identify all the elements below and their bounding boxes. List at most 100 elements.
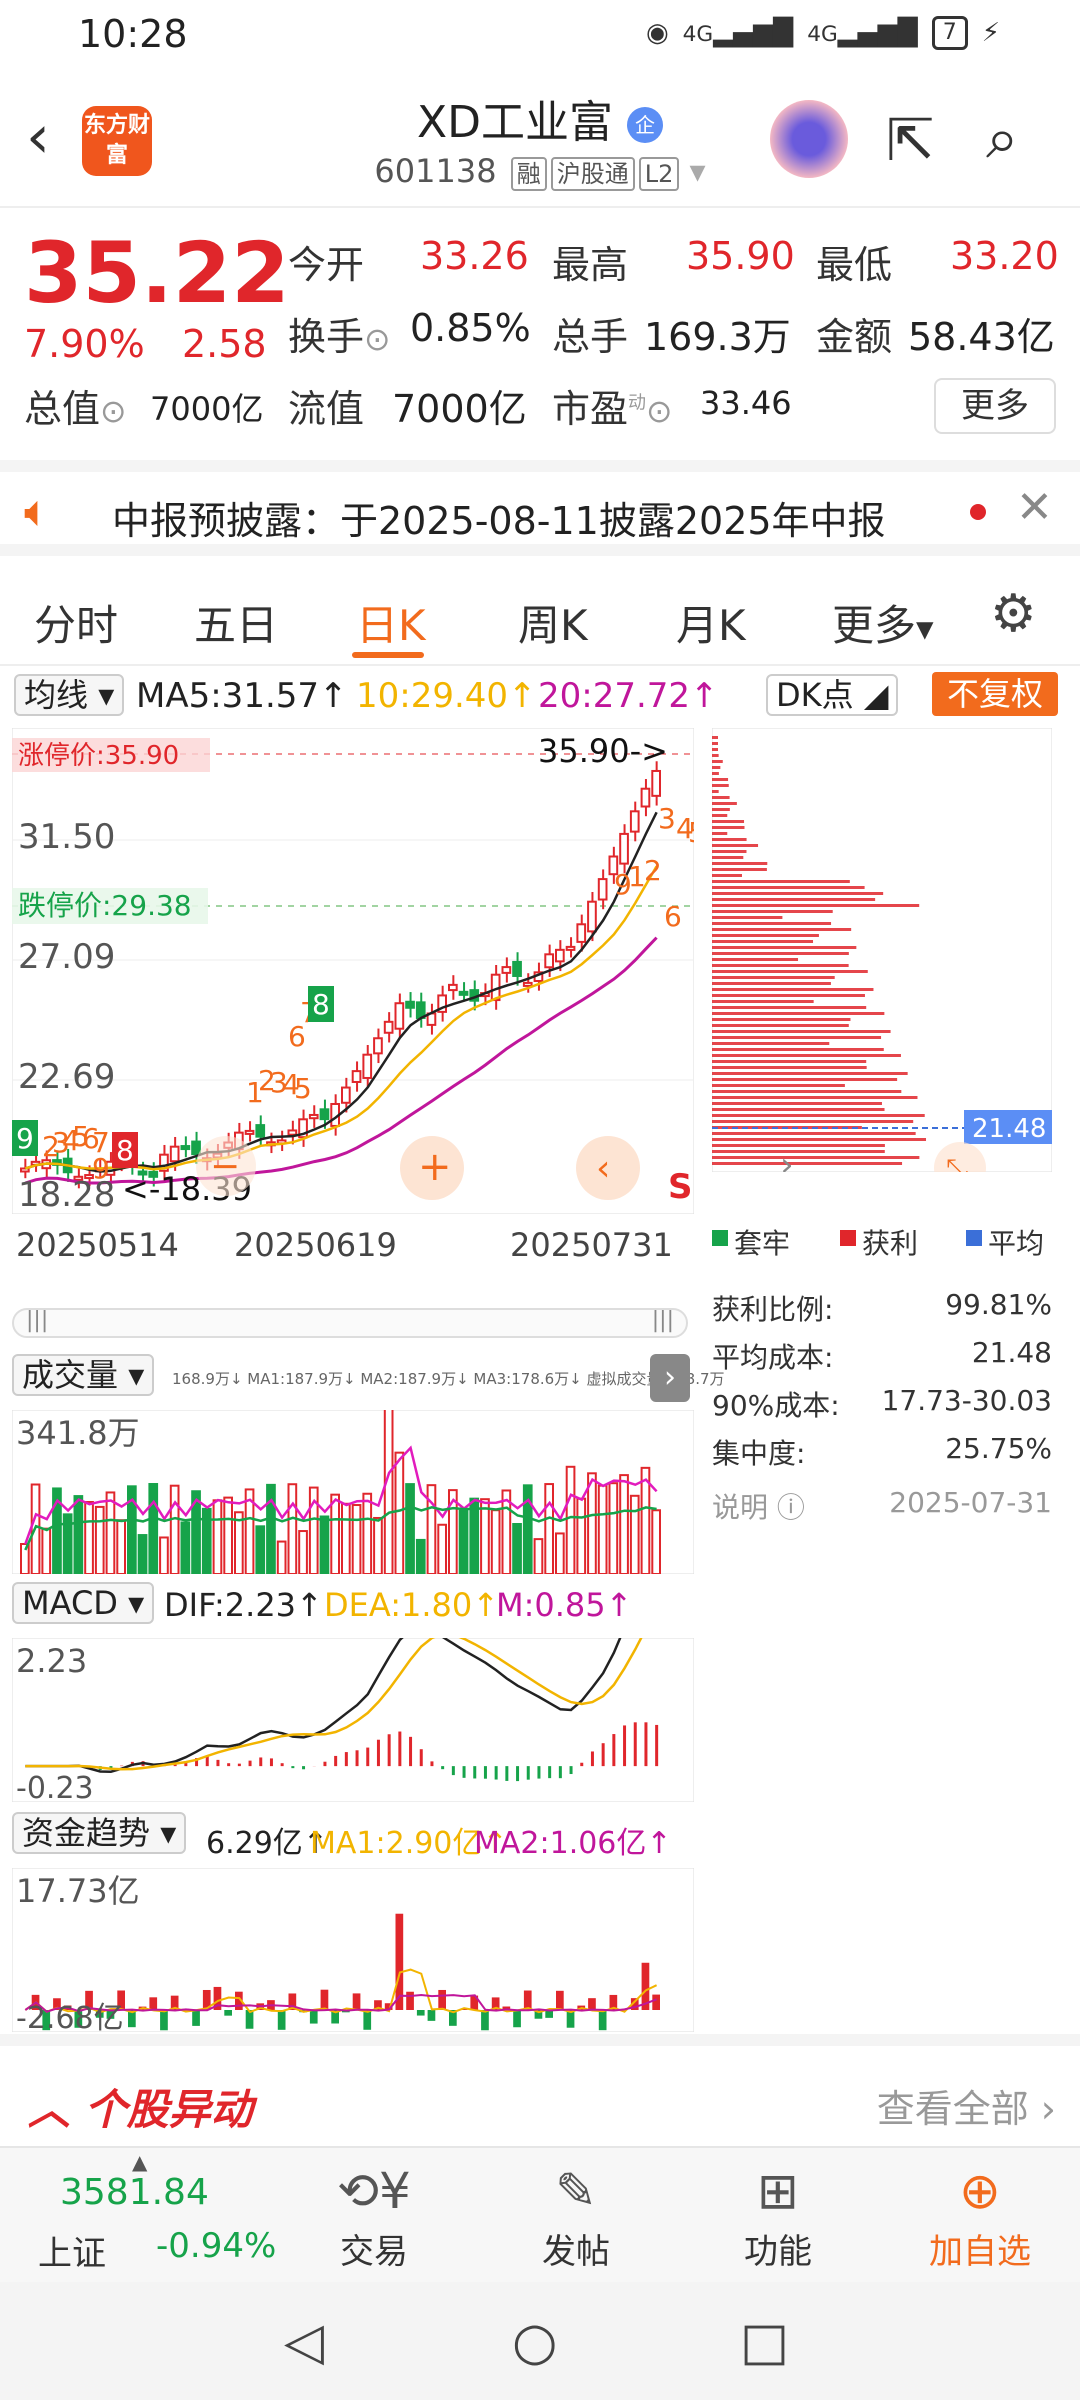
fund-header: 资金趋势 ▾ 6.29亿↑ MA1:2.90亿↑ MA2:1.06亿↑ xyxy=(12,1812,694,1861)
change-percent: 7.90% xyxy=(24,322,145,366)
chip-bar xyxy=(712,1120,914,1123)
volume-value: 169.3万 xyxy=(644,315,791,359)
volume-bar xyxy=(255,1525,266,1574)
chip-note-row: 说明 ⓘ 2025-07-31 xyxy=(712,1486,1052,1526)
chip-bar xyxy=(712,970,868,973)
period-tabs: 分时 五日 日K 周K 月K 更多▾ ⚙ xyxy=(0,568,1080,666)
macd-chart[interactable]: 2.23 -0.23 xyxy=(12,1638,694,1802)
nav-back-icon[interactable]: ◁ xyxy=(284,2312,324,2372)
share-icon[interactable]: ⇱ xyxy=(886,106,935,174)
tab-more[interactable]: 更多▾ xyxy=(832,592,934,653)
tab-intraday[interactable]: 分时 xyxy=(34,592,118,653)
functions-button[interactable]: ⊞ 功能 xyxy=(708,2158,848,2273)
candle-body xyxy=(522,981,533,987)
candle-body xyxy=(244,1129,255,1135)
macd-dea: DEA:1.80↑ xyxy=(324,1586,500,1624)
fund-bar xyxy=(277,2010,286,2030)
chip-bar xyxy=(712,1132,916,1135)
turnover-value: 0.85% xyxy=(410,306,531,350)
legend-profit: 获利 xyxy=(862,1227,919,1260)
chevron-right-icon[interactable]: › xyxy=(780,1145,794,1172)
chip-bar xyxy=(712,1042,830,1045)
stock-alert-section: ︿ 个股异动 查看全部 › xyxy=(0,2034,1080,2144)
kline-chart[interactable]: 涨停价:35.90 跌停价:29.38 35.90-> <-18.39 31.5… xyxy=(12,728,694,1214)
stat-90-cost: 90%成本: 17.73-30.03 xyxy=(712,1384,1052,1422)
fund-max-label: 17.73亿 xyxy=(16,1872,140,1910)
notice-bar[interactable]: 🔈︎ 中报预披露：于2025-08-11披露2025年中报 ✕ xyxy=(0,460,1080,556)
volume-bar xyxy=(116,1519,127,1574)
gear-icon[interactable]: ⚙ xyxy=(990,584,1037,644)
chart-range-scrollbar[interactable]: ||| ||| xyxy=(12,1308,688,1338)
tab-daily-k[interactable]: 日K xyxy=(356,592,426,653)
notice-text[interactable]: 中报预披露：于2025-08-11披露2025年中报 xyxy=(112,490,886,545)
robot-avatar-icon[interactable] xyxy=(770,100,848,178)
sell-signal-marker: S xyxy=(668,1167,693,1207)
indicator-selector[interactable]: 均线 ▾ xyxy=(14,674,125,716)
chip-bar xyxy=(712,1096,918,1099)
close-icon[interactable]: ✕ xyxy=(1016,482,1053,533)
chip-bar xyxy=(712,856,744,859)
chip-bar xyxy=(712,874,742,877)
chip-bar xyxy=(712,994,865,997)
candle-body xyxy=(180,1145,191,1151)
volume-bar xyxy=(512,1523,522,1574)
chip-distribution-chart[interactable]: 21.48 › ⤡ xyxy=(712,728,1052,1172)
index-name[interactable]: 上证 xyxy=(38,2226,106,2275)
volume-label: 总手 xyxy=(552,315,629,359)
legend-swatch-profit xyxy=(840,1230,856,1246)
pe-label[interactable]: 市盈动⊙ xyxy=(552,378,673,433)
fund-selector[interactable]: 资金趋势 ▾ xyxy=(12,1812,187,1854)
chip-note[interactable]: 说明 ⓘ xyxy=(712,1491,805,1524)
turnover-label[interactable]: 换手⊙ xyxy=(288,306,391,361)
volume-bar xyxy=(437,1523,447,1574)
chip-bar xyxy=(712,802,737,805)
chip-bar xyxy=(712,742,718,745)
enterprise-badge: 企 xyxy=(627,107,664,143)
volume-bar xyxy=(597,1484,608,1574)
volume-bar xyxy=(619,1474,629,1574)
chevron-right-icon[interactable]: › xyxy=(650,1354,690,1402)
chip-bar xyxy=(712,1090,902,1093)
chip-bar xyxy=(712,1006,867,1009)
volume-chart[interactable]: 341.8万 xyxy=(12,1410,694,1574)
fund-trend-chart[interactable]: 17.73亿 -2.68亿 xyxy=(12,1868,694,2032)
chip-bar xyxy=(712,952,849,955)
post-button[interactable]: ✎ 发帖 xyxy=(506,2158,646,2273)
chip-bar xyxy=(712,934,819,937)
chip-bar xyxy=(712,1054,901,1057)
fund-bar xyxy=(438,1989,446,2010)
volume-legend: 168.9万↓ MA1:187.9万↓ MA2:187.9万↓ MA3:178.… xyxy=(172,1370,725,1388)
fund-bar xyxy=(427,2010,436,2021)
trade-button[interactable]: ⟲¥ 交易 xyxy=(304,2158,444,2273)
view-all-link[interactable]: 查看全部 › xyxy=(877,2078,1056,2133)
dk-point-selector[interactable]: DK点 ◢ xyxy=(766,674,899,716)
candle-body xyxy=(544,953,554,969)
index-value[interactable]: 3581.84 xyxy=(60,2172,209,2213)
chip-bar xyxy=(712,754,719,757)
mktcap-label[interactable]: 总值⊙ xyxy=(24,378,127,433)
volume-bar xyxy=(148,1483,159,1574)
add-watchlist-button[interactable]: ⊕ 加自选 xyxy=(910,2158,1050,2273)
tab-5day[interactable]: 五日 xyxy=(194,592,278,653)
chip-bar xyxy=(712,832,728,835)
alert-title[interactable]: ︿ 个股异动 xyxy=(28,2076,253,2137)
fund-bar xyxy=(481,2010,489,2031)
macd-header: MACD ▾ DIF:2.23↑ DEA:1.80↑ M:0.85↑ xyxy=(12,1582,694,1630)
tab-monthly-k[interactable]: 月K xyxy=(676,592,746,653)
macd-min-label: -0.23 xyxy=(16,1771,94,1802)
nav-home-icon[interactable]: ○ xyxy=(512,2312,557,2372)
chip-bar xyxy=(712,766,721,769)
open-label: 今开 xyxy=(288,243,365,287)
volume-bar xyxy=(298,1530,308,1574)
mktcap-value: 7000亿 xyxy=(150,390,264,428)
more-button[interactable]: 更多 xyxy=(934,378,1056,434)
volume-bar xyxy=(234,1511,244,1574)
macd-selector[interactable]: MACD ▾ xyxy=(12,1582,155,1624)
search-icon[interactable]: ⌕ xyxy=(986,104,1018,173)
volume-selector[interactable]: 成交量 ▾ xyxy=(12,1354,155,1396)
adjust-selector[interactable]: 不复权 xyxy=(932,672,1058,716)
tab-weekly-k[interactable]: 周K xyxy=(518,592,588,653)
date-2: 20250619 xyxy=(234,1226,397,1264)
info-icon: ⊙ xyxy=(646,394,673,430)
nav-recents-icon[interactable]: □ xyxy=(740,2312,789,2372)
